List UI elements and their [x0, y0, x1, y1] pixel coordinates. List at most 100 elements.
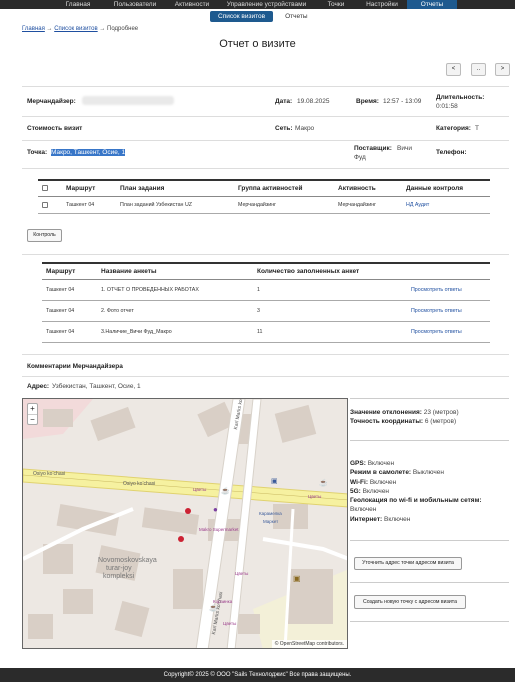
tab-reports[interactable]: Отчеты [277, 11, 315, 22]
nav-home[interactable]: Главная [52, 0, 104, 9]
nav-activities[interactable]: Активности [166, 0, 218, 9]
plan-col-group: Группа активностей [234, 179, 334, 197]
nav-users[interactable]: Пользователи [104, 0, 166, 9]
map-canvas [23, 399, 347, 648]
refine-point-address-button[interactable]: Уточнить адрес точки адресом визита [354, 557, 462, 570]
address-label: Адрес: [27, 383, 50, 390]
survey-name-cell: 3.Наличие_Вичи Фуд_Макро [97, 321, 253, 343]
table-row: Ташкент 04 1. ОТЧЕТ О ПРОВЕДЕННЫХ РАБОТА… [42, 279, 490, 301]
plan-table: Маршрут План задания Группа активностей … [38, 179, 490, 215]
nav-settings[interactable]: Настройки [357, 0, 407, 9]
map-street-label: Osiyo ko‘chasi [123, 481, 156, 487]
date-label: Дата: [275, 98, 293, 105]
plan-col-activity: Активность [334, 179, 402, 197]
footer: Copyright© 2025 © ООО "Sails Технолоджис… [0, 668, 515, 682]
map-attribution[interactable]: © OpenStreetMap contributors. [271, 640, 347, 648]
deviation-value: 23 (метров) [423, 409, 459, 416]
merchandiser-value-redacted [82, 96, 174, 105]
prev-visit-button[interactable]: < [446, 63, 461, 76]
map-poi-label: Цветы [223, 621, 237, 626]
supplier-label: Поставщик: [354, 145, 392, 152]
zoom-controls: + − [27, 403, 38, 425]
survey-count-cell: 1 [253, 279, 407, 301]
info-row-3: Точка: Макро, Ташкент, Осие, 1 Поставщик… [22, 140, 509, 168]
tab-visit-list[interactable]: Список визитов [210, 11, 274, 22]
view-answers-link[interactable]: Просмотреть ответы [411, 329, 462, 335]
select-all-checkbox[interactable] [42, 185, 48, 192]
plan-plan-cell: План заданий Узбекистан UZ [116, 196, 234, 215]
cafe-icon: ☕ [209, 605, 218, 612]
address-row: Адрес: Узбекистан, Ташкент, Осие, 1 [22, 376, 509, 398]
map-poi-label: Цветы [308, 494, 322, 499]
map-district-label: turar-joy [106, 565, 132, 572]
accuracy-value: 6 (метров) [424, 418, 457, 425]
select-all-header [38, 179, 62, 197]
survey-count-cell: 11 [253, 321, 407, 343]
merchandiser-label: Мерчандайзер: [27, 98, 76, 105]
breadcrumb-separator: → [99, 26, 106, 32]
map-district-label: kompleksi [103, 573, 135, 580]
next-visit-button[interactable]: > [495, 63, 510, 76]
breadcrumb-home[interactable]: Главная [22, 26, 45, 32]
visit-location-pin-icon[interactable]: ● [213, 505, 218, 514]
internet-value: Включен [383, 515, 411, 523]
row-checkbox-cell [38, 196, 62, 215]
survey-col-actions [407, 262, 490, 280]
control-button[interactable]: Контроль [27, 229, 62, 242]
network-value: Макро [295, 125, 315, 132]
date-value: 19.08.2025 [297, 98, 330, 105]
cost-label: Стоимость визит [27, 125, 83, 132]
visit-list-button[interactable]: .. [471, 63, 486, 76]
table-row: Ташкент 04 План заданий Узбекистан UZ Ме… [38, 196, 490, 215]
plan-group-cell: Мерчандайзинг [234, 196, 334, 215]
row-checkbox[interactable] [42, 202, 48, 208]
point-value: Макро, Ташкент, Осие, 1 [51, 149, 126, 156]
nav-device-management[interactable]: Управление устройствами [218, 0, 315, 9]
divider [350, 621, 509, 622]
map-district-label: Novomoskovskaya [98, 557, 157, 564]
plan-control-cell: НД Аудит [402, 196, 490, 215]
survey-route-cell: Ташкент 04 [42, 321, 97, 343]
survey-action-cell: Просмотреть ответы [407, 300, 490, 322]
survey-col-route: Маршрут [42, 262, 97, 280]
view-answers-link[interactable]: Просмотреть ответы [411, 287, 462, 293]
plan-col-control-data: Данные контроля [402, 179, 490, 197]
zoom-out-button[interactable]: − [28, 414, 37, 424]
comments-row: Комментарии Мерчандайзера [22, 354, 509, 376]
info-row-1: Мерчандайзер: Дата: 19.08.2025 Время: 12… [22, 86, 509, 116]
survey-action-cell: Просмотреть ответы [407, 279, 490, 301]
survey-col-count: Количество заполненных анкет [253, 262, 407, 280]
create-point-button[interactable]: Создать новую точку с адресом визита [354, 595, 466, 609]
survey-table: Маршрут Название анкеты Количество запол… [42, 262, 490, 343]
device-status-block: GPS: Включен Режим в самолете: Выключен … [350, 459, 509, 524]
gps-value: Включен [367, 460, 395, 467]
supplier-value-line2: Фуд [354, 154, 366, 161]
point-label: Точка: [27, 149, 48, 156]
wifi-label: Wi-Fi: [350, 478, 368, 486]
plan-col-plan: План задания [116, 179, 234, 197]
nav-points[interactable]: Точки [315, 0, 357, 9]
comments-label: Комментарии Мерчандайзера [27, 363, 123, 370]
map-poi-label: Makro Supermarket [199, 527, 239, 532]
page-title: Отчет о визите [219, 38, 296, 50]
time-label: Время: [356, 98, 379, 105]
breadcrumb-separator: → [46, 26, 53, 32]
zoom-in-button[interactable]: + [28, 404, 37, 414]
view-answers-link[interactable]: Просмотреть ответы [411, 308, 462, 314]
visit-map[interactable]: + − Osiyo ko‘chasi Osiyo ko‘chasi Karl M… [22, 398, 348, 649]
geolocation-label: Геолокация по wi-fi и мобильным сетям: [350, 497, 482, 505]
map-poi-label: Карамелка [259, 511, 282, 516]
divider [350, 582, 509, 583]
nd-audit-link[interactable]: НД Аудит [406, 202, 429, 208]
nav-reports[interactable]: Отчеты [407, 0, 457, 9]
5g-label: 5G: [350, 487, 361, 495]
divider [350, 540, 509, 541]
category-label: Категория: [436, 125, 471, 132]
breadcrumb-visits[interactable]: Список визитов [54, 26, 97, 32]
divider [350, 440, 509, 441]
cafe-icon: ☕ [319, 480, 328, 487]
5g-value: Включен [362, 487, 390, 495]
survey-col-name: Название анкеты [97, 262, 253, 280]
time-value: 12:57 - 13:09 [383, 98, 422, 105]
survey-name-cell: 1. ОТЧЕТ О ПРОВЕДЕННЫХ РАБОТАХ [97, 279, 253, 301]
